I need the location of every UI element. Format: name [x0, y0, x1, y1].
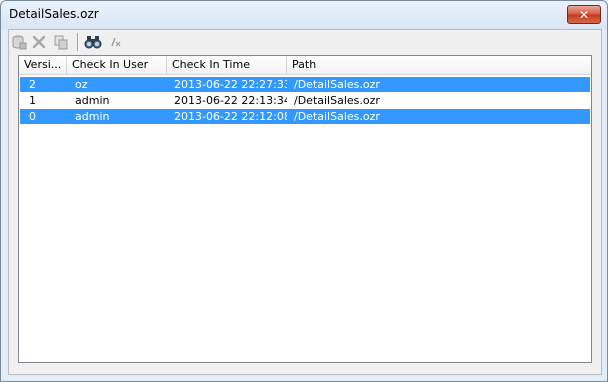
- find-button[interactable]: [83, 33, 103, 51]
- cell-time: 2013-06-22 22:27:33: [174, 78, 287, 91]
- cell-user: admin: [75, 94, 110, 107]
- cell-user: oz: [75, 78, 88, 91]
- cell-path: /DetailSales.ozr: [294, 94, 380, 107]
- close-icon: ✕: [578, 7, 590, 22]
- column-header-version[interactable]: Versi...: [19, 56, 67, 74]
- toolbar: [9, 30, 601, 54]
- checkin-button[interactable]: [9, 33, 29, 51]
- copy-pages-icon: [54, 35, 68, 50]
- cell-version: 2: [29, 78, 36, 91]
- table-row[interactable]: 2 oz 2013-06-22 22:27:33 /DetailSales.oz…: [20, 77, 590, 92]
- column-header-path[interactable]: Path: [287, 56, 591, 74]
- delete-x-icon: [32, 35, 46, 49]
- column-header-user[interactable]: Check In User: [67, 56, 167, 74]
- cell-version: 0: [29, 110, 36, 123]
- cell-time: 2013-06-22 22:12:08: [174, 110, 287, 123]
- cell-time: 2013-06-22 22:13:34: [174, 94, 287, 107]
- dialog-window: DetailSales.ozr ✕ Versi... Check In User…: [0, 0, 608, 382]
- cell-version: 1: [29, 94, 36, 107]
- delete-button[interactable]: [29, 33, 49, 51]
- table-row[interactable]: 0 admin 2013-06-22 22:12:08 /DetailSales…: [20, 109, 590, 124]
- list-header: Versi... Check In User Check In Time Pat…: [19, 56, 591, 75]
- window-title: DetailSales.ozr: [9, 7, 99, 21]
- cell-path: /DetailSales.ozr: [294, 110, 380, 123]
- binoculars-icon: [84, 36, 102, 49]
- cell-path: /DetailSales.ozr: [294, 78, 380, 91]
- dialog-client-area: Versi... Check In User Check In Time Pat…: [8, 29, 602, 375]
- script-edit-icon: [111, 37, 121, 47]
- version-list[interactable]: Versi... Check In User Check In Time Pat…: [18, 55, 592, 363]
- copy-button[interactable]: [51, 33, 71, 51]
- cell-user: admin: [75, 110, 110, 123]
- table-row[interactable]: 1 admin 2013-06-22 22:13:34 /DetailSales…: [20, 93, 590, 108]
- toolbar-separator: [77, 33, 79, 51]
- close-button[interactable]: ✕: [567, 5, 601, 24]
- database-checkin-icon: [12, 35, 27, 50]
- column-header-time[interactable]: Check In Time: [167, 56, 287, 74]
- script-button[interactable]: [105, 33, 125, 51]
- title-bar[interactable]: DetailSales.ozr ✕: [1, 1, 607, 29]
